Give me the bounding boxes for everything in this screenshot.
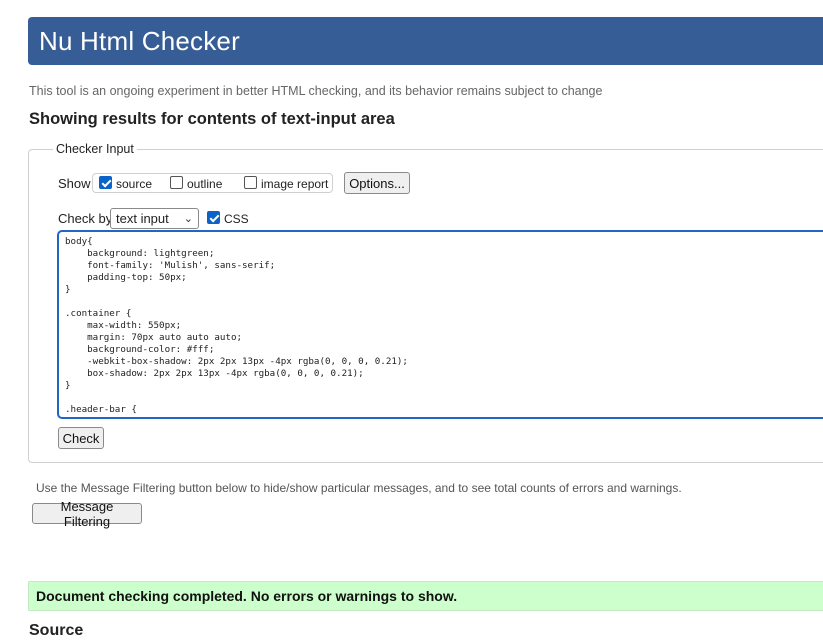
success-message: Document checking completed. No errors o… (36, 588, 458, 604)
check-by-label: Check by (58, 211, 113, 226)
source-heading: Source (29, 622, 84, 639)
text-input-content: body{ background: lightgreen; font-famil… (65, 236, 408, 415)
image-report-checkbox[interactable] (244, 176, 257, 189)
source-checkbox[interactable] (99, 176, 112, 189)
text-input-area[interactable]: body{ background: lightgreen; font-famil… (57, 230, 823, 419)
chevron-down-icon: ⌄ (183, 213, 193, 225)
outline-checkbox[interactable] (170, 176, 183, 189)
show-label: Show (58, 176, 91, 191)
message-filtering-button[interactable]: Message Filtering (32, 499, 142, 529)
filter-note: Use the Message Filtering button below t… (36, 481, 682, 495)
checker-input-legend: Checker Input (53, 142, 137, 156)
check-button[interactable]: Check (58, 427, 104, 449)
check-by-value: text input (116, 211, 169, 226)
image-report-option-label[interactable]: image report (261, 177, 328, 191)
results-heading: Showing results for contents of text-inp… (29, 110, 395, 128)
page-title: Nu Html Checker (39, 26, 240, 56)
source-option-label[interactable]: source (116, 177, 152, 191)
css-label[interactable]: CSS (224, 212, 249, 226)
intro-text: This tool is an ongoing experiment in be… (29, 84, 603, 98)
success-message-box: Document checking completed. No errors o… (28, 581, 823, 611)
options-button[interactable]: Options... (344, 172, 410, 194)
css-checkbox[interactable] (207, 211, 220, 224)
header-bar: Nu Html Checker (28, 17, 823, 65)
check-by-select[interactable]: text input ⌄ (110, 208, 199, 229)
outline-option-label[interactable]: outline (187, 177, 222, 191)
